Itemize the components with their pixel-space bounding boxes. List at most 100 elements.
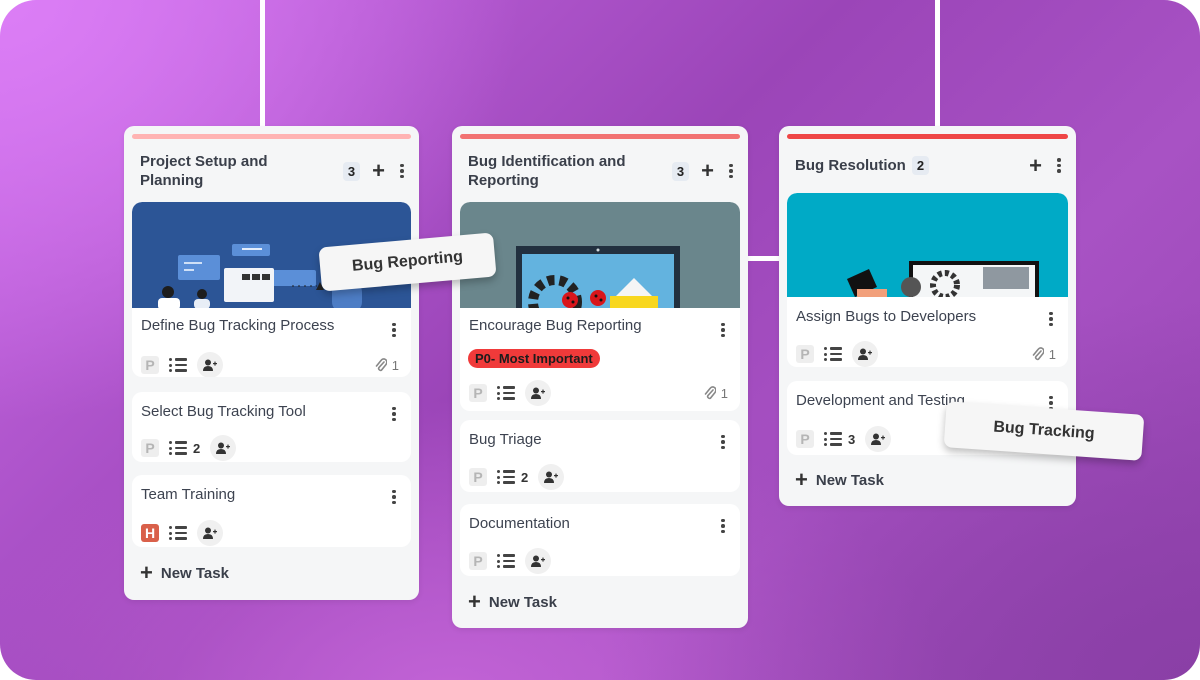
assign-user-button[interactable] — [197, 352, 223, 377]
column-title-line1: Project Setup and — [140, 153, 268, 170]
assign-user-button[interactable] — [852, 341, 878, 367]
subtasks-list-icon[interactable] — [497, 386, 515, 400]
column-title-line2: Reporting — [468, 172, 539, 189]
priority-icon[interactable]: P — [141, 356, 159, 374]
priority-tag[interactable]: P0- Most Important — [468, 349, 600, 368]
column-title: Bug Resolution — [795, 157, 906, 174]
task-more-kebab-icon[interactable] — [1046, 311, 1056, 327]
subtasks-list-icon[interactable] — [169, 526, 187, 540]
high-priority-icon[interactable]: H — [141, 524, 159, 542]
add-user-icon — [858, 348, 872, 360]
wrench-gear-illustration — [847, 261, 1039, 297]
task-card[interactable]: Team Training H — [132, 475, 411, 547]
attachment-count-text: 1 — [1048, 346, 1056, 362]
attachment-count-text: 1 — [391, 357, 399, 373]
add-task-plus-icon[interactable]: + — [1029, 154, 1042, 176]
attachment-count[interactable]: 1 — [704, 386, 728, 401]
assign-user-button[interactable] — [538, 464, 565, 490]
attachment-count[interactable]: 1 — [1032, 347, 1056, 362]
subtasks-list-icon[interactable] — [169, 358, 187, 372]
task-card[interactable]: Define Bug Tracking Process P 1 — [132, 202, 411, 377]
task-card[interactable]: Documentation P — [460, 504, 740, 576]
column-title: Project Setup and Planning — [140, 152, 268, 190]
new-task-button[interactable]: + New Task — [795, 467, 884, 492]
new-task-label: New Task — [488, 593, 557, 611]
task-more-kebab-icon[interactable] — [718, 518, 728, 534]
task-title[interactable]: Bug Triage — [469, 431, 542, 448]
new-task-label: New Task — [815, 471, 884, 489]
subtasks-list-icon[interactable] — [169, 441, 187, 455]
add-user-icon — [203, 527, 217, 539]
column-bug-identification: Bug Identification and Reporting 3 + Enc… — [452, 126, 748, 628]
plus-icon: + — [468, 589, 481, 614]
task-more-kebab-icon[interactable] — [389, 322, 399, 338]
column-title: Bug Identification and Reporting — [468, 152, 626, 190]
add-user-icon — [203, 359, 217, 371]
attachment-count[interactable]: 1 — [375, 358, 399, 373]
task-card[interactable]: Bug Triage P 2 — [460, 420, 740, 492]
assign-user-button[interactable] — [525, 548, 551, 574]
task-more-kebab-icon[interactable] — [718, 434, 728, 450]
task-more-kebab-icon[interactable] — [718, 322, 728, 338]
column-color-bar — [132, 134, 411, 139]
task-cover-image — [787, 193, 1068, 297]
subtask-count: 2 — [521, 469, 529, 485]
task-card[interactable]: Encourage Bug Reporting P0- Most Importa… — [460, 202, 740, 411]
priority-icon[interactable]: P — [796, 345, 814, 363]
task-more-kebab-icon[interactable] — [389, 406, 399, 422]
task-title[interactable]: Development and Testing — [796, 392, 965, 409]
task-count-badge: 2 — [911, 156, 930, 175]
column-title-line1: Bug Identification and — [468, 153, 626, 170]
add-task-plus-icon[interactable]: + — [372, 160, 385, 182]
new-task-button[interactable]: + New Task — [468, 589, 557, 614]
task-title[interactable]: Define Bug Tracking Process — [141, 317, 334, 334]
column-more-kebab-icon[interactable] — [397, 163, 407, 179]
column-project-setup: Project Setup and Planning 3 + Define Bu… — [124, 126, 419, 600]
column-more-kebab-icon[interactable] — [1054, 158, 1064, 174]
column-title-line2: Planning — [140, 172, 204, 189]
assign-user-button[interactable] — [197, 520, 223, 546]
subtask-count: 2 — [193, 440, 201, 456]
new-task-button[interactable]: + New Task — [140, 560, 229, 585]
add-user-icon — [544, 471, 559, 483]
add-user-icon — [871, 433, 886, 445]
task-title[interactable]: Select Bug Tracking Tool — [141, 403, 306, 420]
task-title[interactable]: Documentation — [469, 515, 570, 532]
task-meta: P 2 — [469, 464, 728, 490]
assign-user-button[interactable] — [865, 426, 892, 452]
task-card[interactable]: Assign Bugs to Developers P 1 — [787, 193, 1068, 367]
column-header: Bug Identification and Reporting 3 + — [468, 152, 736, 190]
add-task-plus-icon[interactable]: + — [701, 160, 714, 182]
add-user-icon — [531, 555, 545, 567]
column-header: Project Setup and Planning 3 + — [140, 152, 407, 190]
subtasks-list-icon[interactable] — [824, 347, 842, 361]
task-meta: H — [141, 520, 399, 546]
priority-icon[interactable]: P — [469, 384, 487, 402]
assign-user-button[interactable] — [525, 380, 551, 406]
priority-icon[interactable]: P — [141, 439, 159, 457]
subtasks-list-icon[interactable] — [497, 470, 515, 484]
column-more-kebab-icon[interactable] — [726, 163, 736, 179]
task-more-kebab-icon[interactable] — [389, 489, 399, 505]
plus-icon: + — [140, 560, 153, 585]
task-title[interactable]: Encourage Bug Reporting — [469, 317, 642, 334]
column-color-bar — [787, 134, 1068, 139]
priority-icon[interactable]: P — [469, 552, 487, 570]
priority-icon[interactable]: P — [469, 468, 487, 486]
plus-icon: + — [795, 467, 808, 492]
add-user-icon — [216, 442, 231, 454]
priority-icon[interactable]: P — [796, 430, 814, 448]
task-title[interactable]: Assign Bugs to Developers — [796, 308, 976, 325]
column-color-bar — [460, 134, 740, 139]
subtasks-list-icon[interactable] — [824, 432, 842, 446]
assign-user-button[interactable] — [210, 435, 237, 461]
attachment-count-text: 1 — [720, 385, 728, 401]
task-card[interactable]: Select Bug Tracking Tool P 2 — [132, 392, 411, 462]
paperclip-icon — [375, 358, 387, 372]
new-task-label: New Task — [160, 564, 229, 582]
task-title[interactable]: Team Training — [141, 486, 235, 503]
subtask-count: 3 — [848, 431, 856, 447]
subtasks-list-icon[interactable] — [497, 554, 515, 568]
task-meta: P 1 — [141, 352, 399, 377]
connector-line-middle — [745, 256, 781, 261]
